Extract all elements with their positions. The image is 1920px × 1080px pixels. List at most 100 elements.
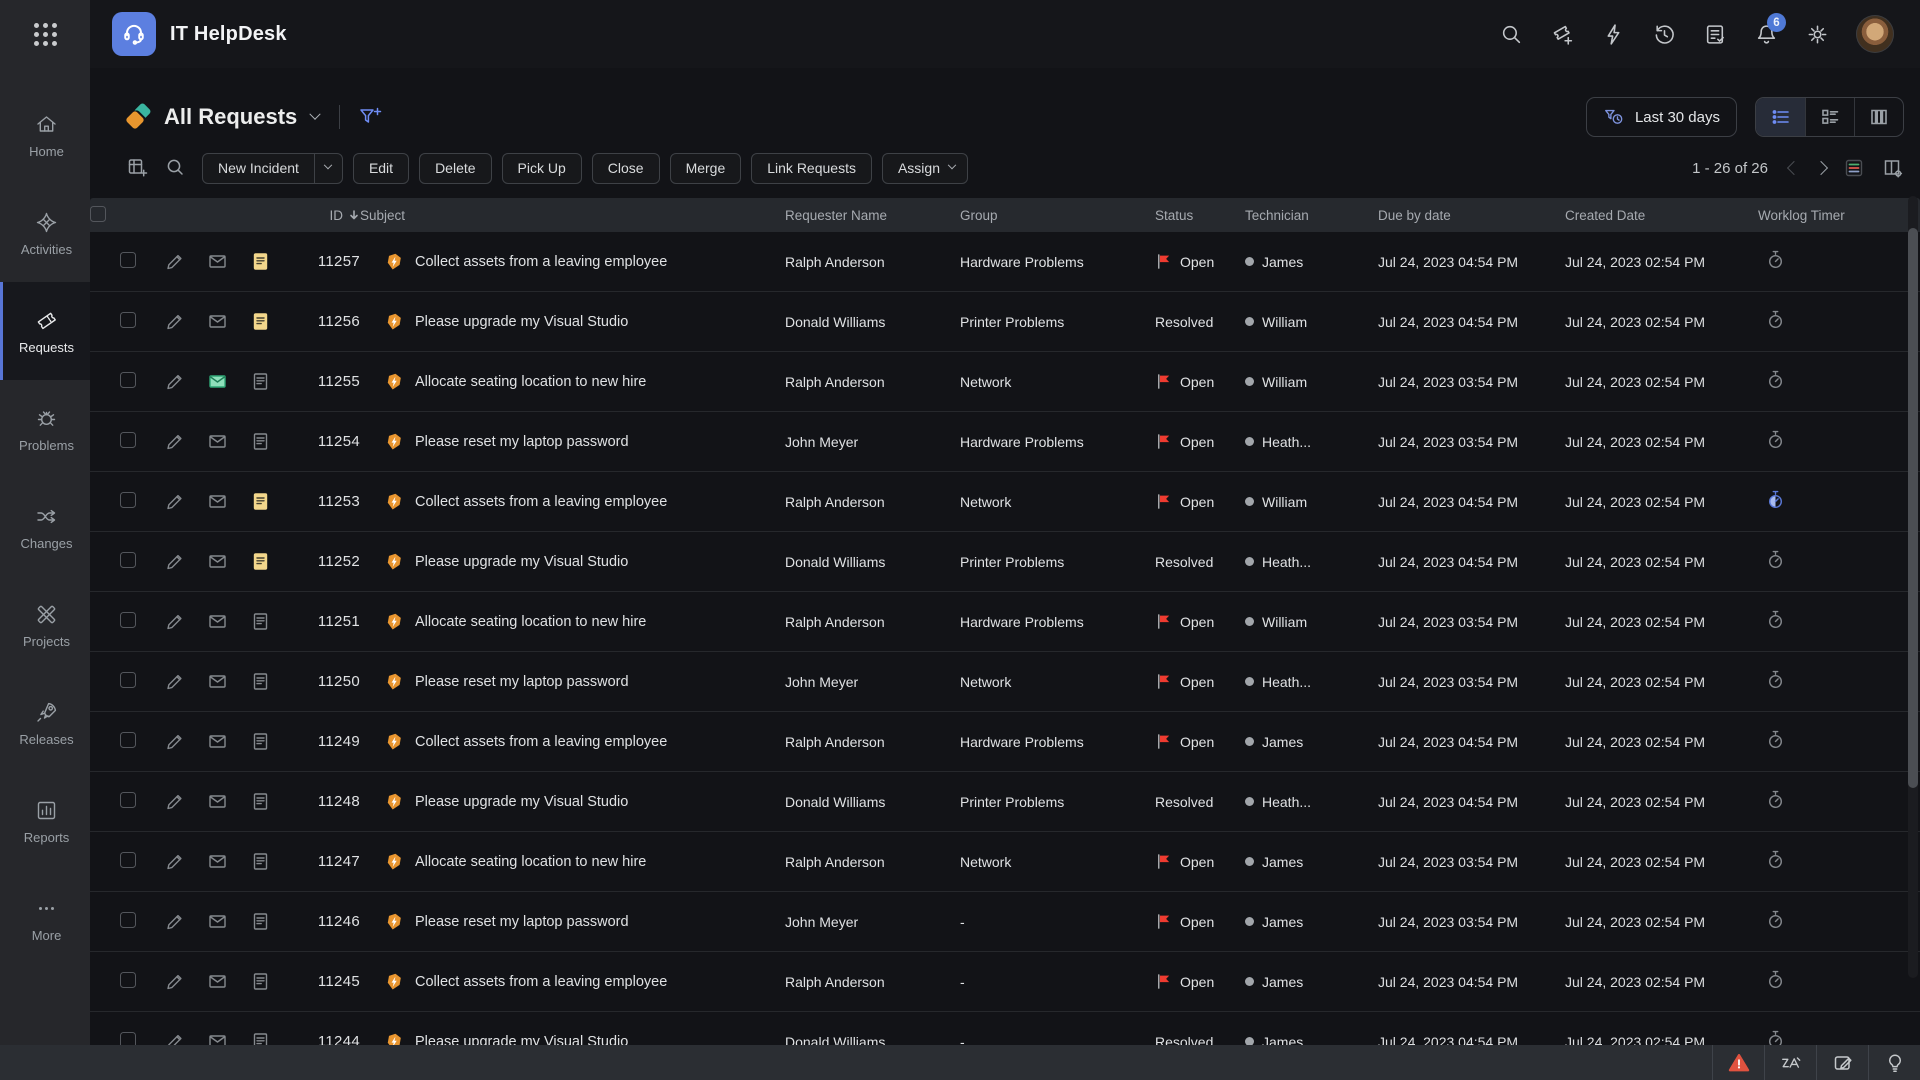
table-row[interactable]: 11247 Allocate seating location to new h…	[90, 832, 1920, 892]
row-checkbox[interactable]	[120, 432, 136, 448]
worklog-note-icon[interactable]	[250, 251, 271, 272]
worklog-timer-icon[interactable]	[1764, 439, 1787, 455]
title-dropdown-chevron-icon[interactable]	[310, 109, 321, 120]
user-avatar[interactable]	[1856, 15, 1894, 53]
table-row[interactable]: 11257 Collect assets from a leaving empl…	[90, 232, 1920, 292]
worklog-note-icon[interactable]	[250, 551, 271, 572]
column-header-requester[interactable]: Requester Name	[785, 208, 960, 223]
worklog-timer-icon[interactable]	[1764, 259, 1787, 275]
worklog-note-icon[interactable]	[250, 731, 271, 752]
edit-icon[interactable]	[164, 611, 185, 632]
card-view-button[interactable]	[1805, 98, 1854, 136]
worklog-timer-icon[interactable]	[1764, 679, 1787, 695]
edit-icon[interactable]	[164, 791, 185, 812]
settings-icon[interactable]	[1805, 22, 1829, 46]
worklog-note-icon[interactable]	[250, 491, 271, 512]
request-subject[interactable]: Please upgrade my Visual Studio	[415, 794, 628, 810]
mail-icon[interactable]	[207, 971, 228, 992]
mail-icon[interactable]	[207, 791, 228, 812]
row-checkbox[interactable]	[120, 372, 136, 388]
mail-icon[interactable]	[207, 551, 228, 572]
worklog-timer-icon[interactable]	[1764, 319, 1787, 335]
column-header-subject[interactable]: Subject	[360, 208, 785, 223]
column-header-created[interactable]: Created Date	[1565, 208, 1758, 223]
table-row[interactable]: 11248 Please upgrade my Visual Studio Do…	[90, 772, 1920, 832]
mail-icon[interactable]	[207, 311, 228, 332]
zia-assistant-icon[interactable]	[1764, 1045, 1816, 1080]
new-incident-dropdown-button[interactable]	[314, 154, 342, 183]
request-id[interactable]: 11254	[282, 433, 360, 450]
request-subject[interactable]: Please reset my laptop password	[415, 434, 629, 450]
toolbar-button-pick-up[interactable]: Pick Up	[502, 153, 582, 184]
request-subject[interactable]: Collect assets from a leaving employee	[415, 494, 667, 510]
toolbar-button-edit[interactable]: Edit	[353, 153, 409, 184]
table-row[interactable]: 11245 Collect assets from a leaving empl…	[90, 952, 1920, 1012]
search-icon[interactable]	[1499, 22, 1523, 46]
create-ticket-icon[interactable]	[1550, 22, 1574, 46]
toolbar-button-delete[interactable]: Delete	[419, 153, 491, 184]
edit-icon[interactable]	[164, 971, 185, 992]
toolbar-button-new-incident[interactable]: New Incident	[202, 153, 343, 184]
mail-icon[interactable]	[207, 851, 228, 872]
request-id[interactable]: 11252	[282, 553, 360, 570]
add-column-view-icon[interactable]	[126, 156, 150, 180]
request-id[interactable]: 11251	[282, 613, 360, 630]
edit-icon[interactable]	[164, 251, 185, 272]
column-chooser-icon[interactable]	[1882, 157, 1904, 179]
request-id[interactable]: 11250	[282, 673, 360, 690]
request-subject[interactable]: Please reset my laptop password	[415, 914, 629, 930]
worklog-note-icon[interactable]	[250, 671, 271, 692]
apps-grid-button[interactable]	[0, 0, 90, 68]
sidebar-item-problems[interactable]: Problems	[0, 380, 90, 478]
mail-icon[interactable]	[207, 491, 228, 512]
feedback-icon[interactable]	[1816, 1045, 1868, 1080]
worklog-note-icon[interactable]	[250, 791, 271, 812]
table-row[interactable]: 11246 Please reset my laptop password Jo…	[90, 892, 1920, 952]
mail-icon[interactable]	[207, 251, 228, 272]
mail-icon[interactable]	[207, 371, 228, 392]
column-view-button[interactable]	[1854, 98, 1903, 136]
row-checkbox[interactable]	[120, 972, 136, 988]
row-checkbox[interactable]	[120, 852, 136, 868]
table-row[interactable]: 11254 Please reset my laptop password Jo…	[90, 412, 1920, 472]
worklog-timer-icon[interactable]	[1764, 799, 1787, 815]
toolbar-button-assign[interactable]: Assign	[882, 153, 968, 184]
worklog-timer-icon[interactable]	[1764, 499, 1787, 515]
table-row[interactable]: 11249 Collect assets from a leaving empl…	[90, 712, 1920, 772]
edit-icon[interactable]	[164, 431, 185, 452]
edit-icon[interactable]	[164, 491, 185, 512]
worklog-timer-icon[interactable]	[1764, 919, 1787, 935]
request-id[interactable]: 11245	[282, 973, 360, 990]
worklog-note-icon[interactable]	[250, 911, 271, 932]
request-subject[interactable]: Please reset my laptop password	[415, 674, 629, 690]
toolbar-button-link-requests[interactable]: Link Requests	[751, 153, 872, 184]
quick-actions-icon[interactable]	[1601, 22, 1625, 46]
sidebar-item-activities[interactable]: Activities	[0, 184, 90, 282]
request-subject[interactable]: Allocate seating location to new hire	[415, 854, 646, 870]
notifications-icon[interactable]: 6	[1754, 22, 1778, 46]
sidebar-item-reports[interactable]: Reports	[0, 772, 90, 870]
warning-icon[interactable]	[1712, 1045, 1764, 1080]
edit-icon[interactable]	[164, 671, 185, 692]
mail-icon[interactable]	[207, 731, 228, 752]
worklog-note-icon[interactable]	[250, 851, 271, 872]
select-all-checkbox[interactable]	[90, 206, 106, 222]
row-checkbox[interactable]	[120, 912, 136, 928]
request-id[interactable]: 11249	[282, 733, 360, 750]
row-checkbox[interactable]	[120, 252, 136, 268]
edit-icon[interactable]	[164, 911, 185, 932]
add-filter-icon[interactable]	[356, 104, 382, 130]
worklog-note-icon[interactable]	[250, 371, 271, 392]
scrollbar-thumb[interactable]	[1908, 228, 1918, 788]
headset-logo-icon[interactable]	[112, 12, 156, 56]
sidebar-item-releases[interactable]: Releases	[0, 674, 90, 772]
request-id[interactable]: 11247	[282, 853, 360, 870]
table-row[interactable]: 11255 Allocate seating location to new h…	[90, 352, 1920, 412]
edit-icon[interactable]	[164, 851, 185, 872]
sidebar-item-changes[interactable]: Changes	[0, 478, 90, 576]
table-row[interactable]: 11253 Collect assets from a leaving empl…	[90, 472, 1920, 532]
edit-icon[interactable]	[164, 731, 185, 752]
worklog-timer-icon[interactable]	[1764, 979, 1787, 995]
request-subject[interactable]: Collect assets from a leaving employee	[415, 734, 667, 750]
toolbar-button-merge[interactable]: Merge	[670, 153, 742, 184]
